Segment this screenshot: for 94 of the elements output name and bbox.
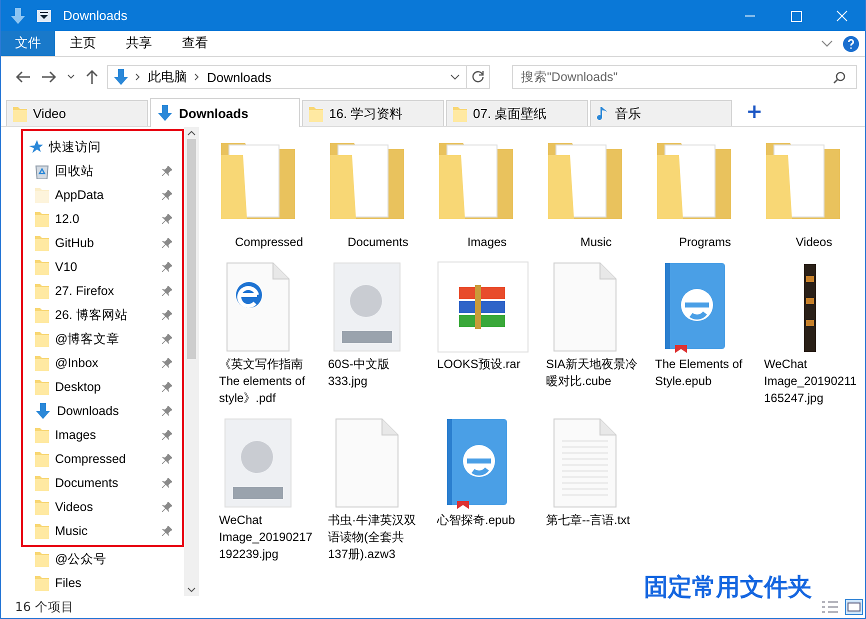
scroll-bar[interactable] — [184, 127, 198, 596]
star-icon — [29, 140, 43, 154]
sidebar-item[interactable]: Music — [23, 519, 182, 543]
ribbon-tab[interactable]: 共享 — [111, 31, 167, 56]
folder-icon — [35, 475, 49, 491]
item-count: 16 个项目 — [15, 598, 74, 616]
folder-icon — [35, 451, 49, 467]
sidebar-item[interactable]: 26. 博客网站 — [23, 303, 182, 327]
dropdown-icon[interactable] — [37, 10, 51, 22]
sidebar-item[interactable]: Compressed — [23, 447, 182, 471]
folder-icon — [35, 551, 49, 567]
breadcrumb-chevron-icon — [135, 73, 141, 81]
file-name[interactable]: 书虫·牛津英汉双语读物(全套共137册).azw3 — [324, 512, 424, 563]
caption-text: 固定常用文件夹 — [644, 572, 812, 603]
chevron-down-icon[interactable] — [821, 40, 833, 48]
sidebar-item[interactable]: GitHub — [23, 231, 182, 255]
sidebar-item[interactable]: @博客文章 — [23, 327, 182, 351]
folder-icon — [35, 283, 49, 299]
folder-tab[interactable]: 16. 学习资料 — [302, 100, 444, 126]
folder-tab[interactable]: 07. 桌面壁纸 — [446, 100, 588, 126]
folder-icon — [453, 106, 467, 122]
file-name[interactable]: Videos — [760, 234, 864, 251]
file-name[interactable]: WeChat Image_20190211165247.jpg — [760, 356, 860, 407]
music-note-icon — [597, 106, 609, 122]
sidebar-item[interactable]: @Inbox — [23, 351, 182, 375]
chevron-down-icon — [450, 74, 460, 80]
sidebar-item[interactable]: @公众号 — [21, 547, 184, 571]
file-name[interactable]: 60S-中文版333.jpg — [324, 356, 424, 390]
breadcrumb-chevron-icon — [194, 73, 200, 81]
file-name[interactable]: Programs — [651, 234, 755, 251]
folder-icon — [35, 331, 49, 347]
sidebar-item[interactable]: Downloads — [23, 399, 182, 423]
file-name[interactable]: Compressed — [215, 234, 319, 251]
sidebar-item[interactable]: 12.0 — [23, 207, 182, 231]
up-arrow-icon[interactable] — [85, 69, 99, 85]
file-name[interactable]: The Elements of Style.epub — [651, 356, 751, 390]
download-arrow-icon — [157, 105, 173, 121]
file-name[interactable]: Images — [433, 234, 537, 251]
ribbon-tab[interactable]: 主页 — [55, 31, 111, 56]
folder-icon — [35, 259, 49, 275]
ribbon-tab[interactable]: 查看 — [167, 31, 223, 56]
search-field[interactable]: 搜索"Downloads" — [521, 70, 833, 84]
sidebar-item[interactable]: AppData — [23, 183, 182, 207]
file-name[interactable]: SIA新天地夜景冷暖对比.cube — [542, 356, 642, 390]
books-stack-icon — [437, 261, 529, 353]
sidebar-item[interactable]: V10 — [23, 255, 182, 279]
folder-icon — [35, 379, 49, 395]
folder-tab[interactable]: Video — [6, 100, 148, 126]
folder-icon — [35, 427, 49, 443]
folder-icon — [309, 106, 323, 122]
breadcrumb-item[interactable]: 此电脑 — [148, 68, 187, 86]
forward-arrow-icon[interactable] — [41, 70, 57, 84]
new-tab-button[interactable]: + — [746, 99, 763, 123]
refresh-icon — [471, 70, 485, 84]
folder-icon — [35, 307, 49, 323]
sidebar-item[interactable]: Desktop — [23, 375, 182, 399]
folder-icon — [35, 235, 49, 251]
folder-icon — [35, 499, 49, 515]
thumbnail-view-icon[interactable] — [845, 599, 863, 615]
file-name[interactable]: LOOKS预设.rar — [433, 356, 533, 373]
back-arrow-icon[interactable] — [15, 70, 31, 84]
folder-icon — [35, 523, 49, 539]
sidebar-item[interactable]: 27. Firefox — [23, 279, 182, 303]
chevron-down-icon[interactable] — [67, 74, 75, 80]
sidebar-item[interactable]: Videos — [23, 495, 182, 519]
address-bar[interactable]: 此电脑 Downloads — [107, 65, 467, 89]
sidebar-item[interactable]: Documents — [23, 471, 182, 495]
download-arrow-icon — [114, 69, 128, 85]
folder-icon — [35, 575, 49, 591]
folder-icon — [35, 211, 49, 227]
sidebar-item[interactable]: 回收站 — [23, 159, 182, 183]
ribbon-tab[interactable]: 文件 — [1, 31, 55, 56]
search-bar[interactable]: 搜索"Downloads" — [512, 65, 857, 89]
window-title: Downloads — [63, 8, 128, 23]
file-name[interactable]: Music — [542, 234, 646, 251]
search-icon — [833, 70, 846, 84]
file-name[interactable]: 第七章--言语.txt — [542, 512, 642, 529]
help-icon[interactable] — [843, 36, 859, 52]
file-name[interactable]: WeChat Image_20190217192239.jpg — [215, 512, 315, 563]
sidebar-item[interactable]: Files — [21, 571, 184, 595]
download-arrow-icon — [35, 403, 51, 419]
folder-icon — [13, 106, 27, 122]
file-name[interactable]: 心智探奇.epub — [433, 512, 533, 529]
folder-tab[interactable]: 音乐 — [590, 100, 732, 126]
sidebar-item[interactable]: Images — [23, 423, 182, 447]
folder-icon — [35, 355, 49, 371]
sidebar-item[interactable]: 快速访问 — [23, 135, 182, 159]
refresh-button[interactable] — [466, 65, 490, 89]
file-name[interactable]: 《英文写作指南 The elements of style》.pdf — [215, 356, 315, 407]
details-view-icon[interactable] — [821, 600, 839, 614]
file-name[interactable]: Documents — [324, 234, 428, 251]
recycle-bin-icon — [35, 163, 49, 179]
breadcrumb-item[interactable]: Downloads — [207, 70, 272, 84]
folder-tab[interactable]: Downloads — [150, 98, 300, 127]
